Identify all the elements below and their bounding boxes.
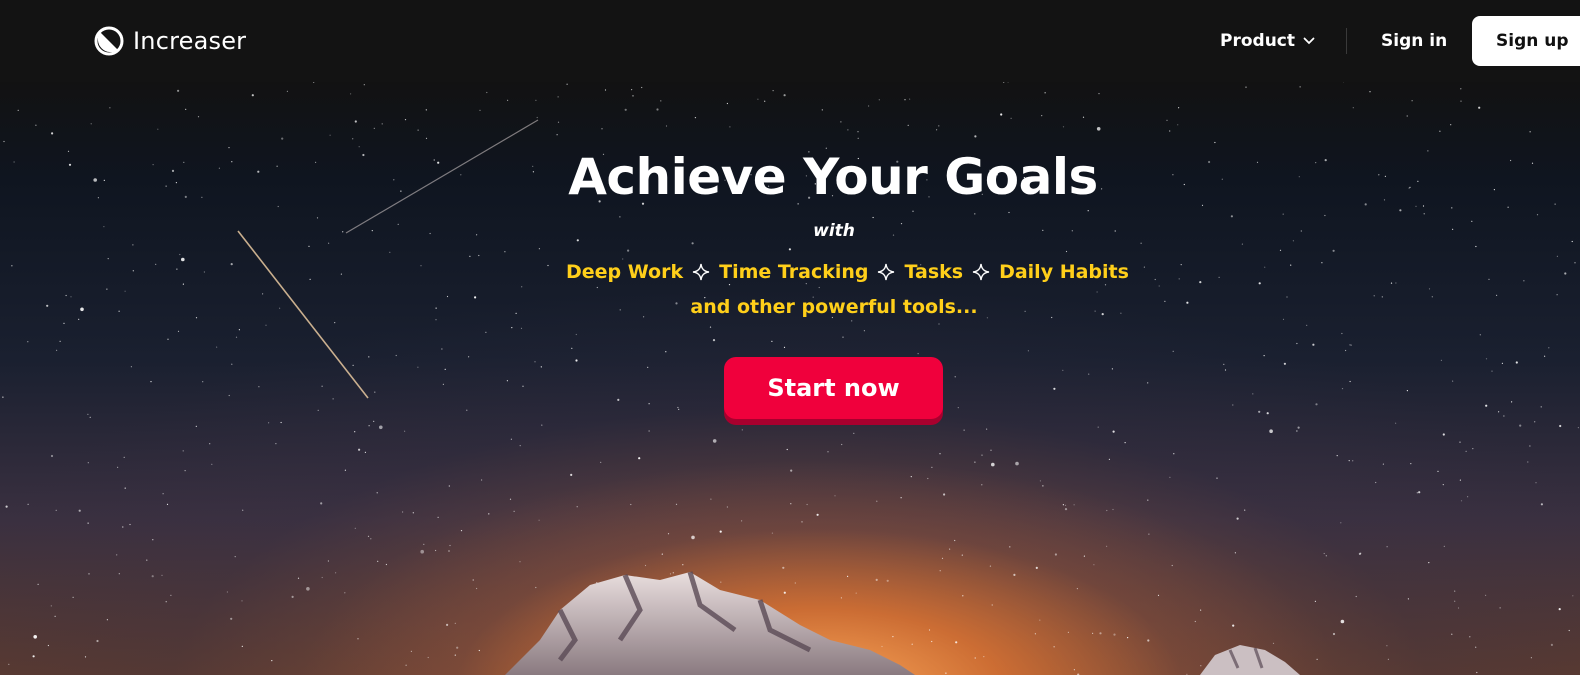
feature-daily-habits: Daily Habits (999, 261, 1129, 283)
mountain-silhouette (237, 119, 1300, 675)
brand-name: Increaser (133, 27, 247, 55)
sparkle-icon (693, 263, 710, 281)
increaser-logo-icon (94, 26, 124, 56)
feature-deep-work: Deep Work (566, 261, 684, 283)
sign-up-button[interactable]: Sign up (1472, 16, 1580, 66)
hero-headline: Achieve Your Goals (568, 148, 1098, 206)
nav-divider (1346, 28, 1347, 54)
sparkle-icon (878, 263, 895, 281)
product-menu[interactable]: Product (1220, 28, 1315, 54)
chevron-down-icon (1303, 37, 1315, 45)
feature-time-tracking: Time Tracking (719, 261, 869, 283)
brand-logo[interactable]: Increaser (94, 24, 246, 58)
top-nav: Increaser Product Sign in Sign up (0, 0, 1580, 82)
feature-tasks: Tasks (904, 261, 964, 283)
sign-in-link[interactable]: Sign in (1381, 28, 1447, 54)
hero-tagline: and other powerful tools... (690, 296, 978, 318)
start-now-button[interactable]: Start now (724, 357, 943, 419)
hero-with-label: with (813, 221, 855, 241)
product-menu-label: Product (1220, 31, 1295, 51)
sparkle-icon (972, 263, 990, 281)
feature-list: Deep Work Time Tracking Tasks Daily Habi… (566, 259, 1129, 285)
